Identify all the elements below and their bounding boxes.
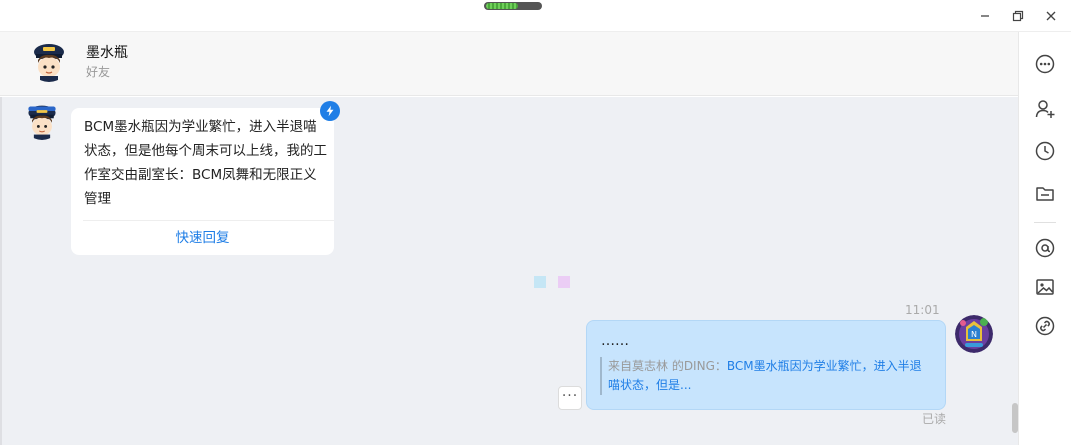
mention-button[interactable] <box>1034 237 1056 259</box>
add-member-button[interactable] <box>1034 98 1056 120</box>
decorative-square <box>558 276 570 288</box>
link-icon <box>1035 316 1055 336</box>
history-button[interactable] <box>1034 140 1056 162</box>
chat-area[interactable]: BCM墨水瓶因为学业繁忙，进入半退喵状态，但是他每个周末可以上线，我的工作室交由… <box>0 97 1018 445</box>
read-status: 已读 <box>922 412 947 426</box>
close-icon <box>1046 11 1056 21</box>
close-button[interactable] <box>1041 6 1061 26</box>
game-avatar-icon: N <box>955 315 993 353</box>
more-icon <box>1035 54 1055 74</box>
image-button[interactable] <box>1034 276 1056 298</box>
folder-icon <box>1036 187 1054 201</box>
captain-avatar-icon <box>28 40 70 82</box>
minimize-button[interactable] <box>975 6 995 26</box>
quote-source: 来自莫志林 的DING： <box>608 359 727 373</box>
ding-message-card[interactable]: BCM墨水瓶因为学业繁忙，进入半退喵状态，但是他每个周末可以上线，我的工作室交由… <box>71 108 334 255</box>
ding-badge <box>320 101 340 121</box>
outgoing-message-text: …… <box>601 333 629 349</box>
contact-relation: 好友 <box>86 65 111 79</box>
card-divider <box>83 220 334 221</box>
title-bar <box>0 0 1071 32</box>
ding-bolt-icon <box>326 105 334 117</box>
quoted-ding[interactable]: 来自莫志林 的DING：BCM墨水瓶因为学业繁忙，进入半退喵状态，但是... <box>600 357 930 395</box>
restore-button[interactable] <box>1008 6 1028 26</box>
outgoing-message-bubble[interactable]: …… 来自莫志林 的DING：BCM墨水瓶因为学业繁忙，进入半退喵状态，但是..… <box>586 320 946 410</box>
link-button[interactable] <box>1034 315 1056 337</box>
message-more-button[interactable]: ··· <box>558 386 582 410</box>
contact-avatar[interactable] <box>28 40 70 82</box>
captain-avatar-icon <box>23 102 61 140</box>
my-avatar[interactable]: N <box>955 315 993 353</box>
svg-text:N: N <box>971 330 977 339</box>
right-toolbar <box>1018 32 1071 445</box>
add-contact-icon <box>1035 100 1055 118</box>
mention-icon <box>1035 238 1055 258</box>
restore-icon <box>1012 10 1024 22</box>
contact-name: 墨水瓶 <box>86 45 128 61</box>
more-options-button[interactable] <box>1034 53 1056 75</box>
toolbar-separator <box>1034 222 1056 223</box>
files-button[interactable] <box>1034 182 1056 204</box>
image-icon <box>1036 279 1054 295</box>
history-icon <box>1035 141 1055 161</box>
loading-fill <box>486 3 518 9</box>
minimize-icon <box>981 15 989 17</box>
decorative-square <box>534 276 546 288</box>
loading-indicator <box>484 2 542 10</box>
ding-message-text: BCM墨水瓶因为学业繁忙，进入半退喵状态，但是他每个周末可以上线，我的工作室交由… <box>84 119 327 207</box>
message-time: 11:01 <box>905 303 940 317</box>
quick-reply-button[interactable]: 快速回复 <box>71 226 334 246</box>
panel-edge <box>0 97 2 445</box>
sender-avatar[interactable] <box>23 102 61 140</box>
chat-header: 墨水瓶 好友 <box>0 32 1018 96</box>
